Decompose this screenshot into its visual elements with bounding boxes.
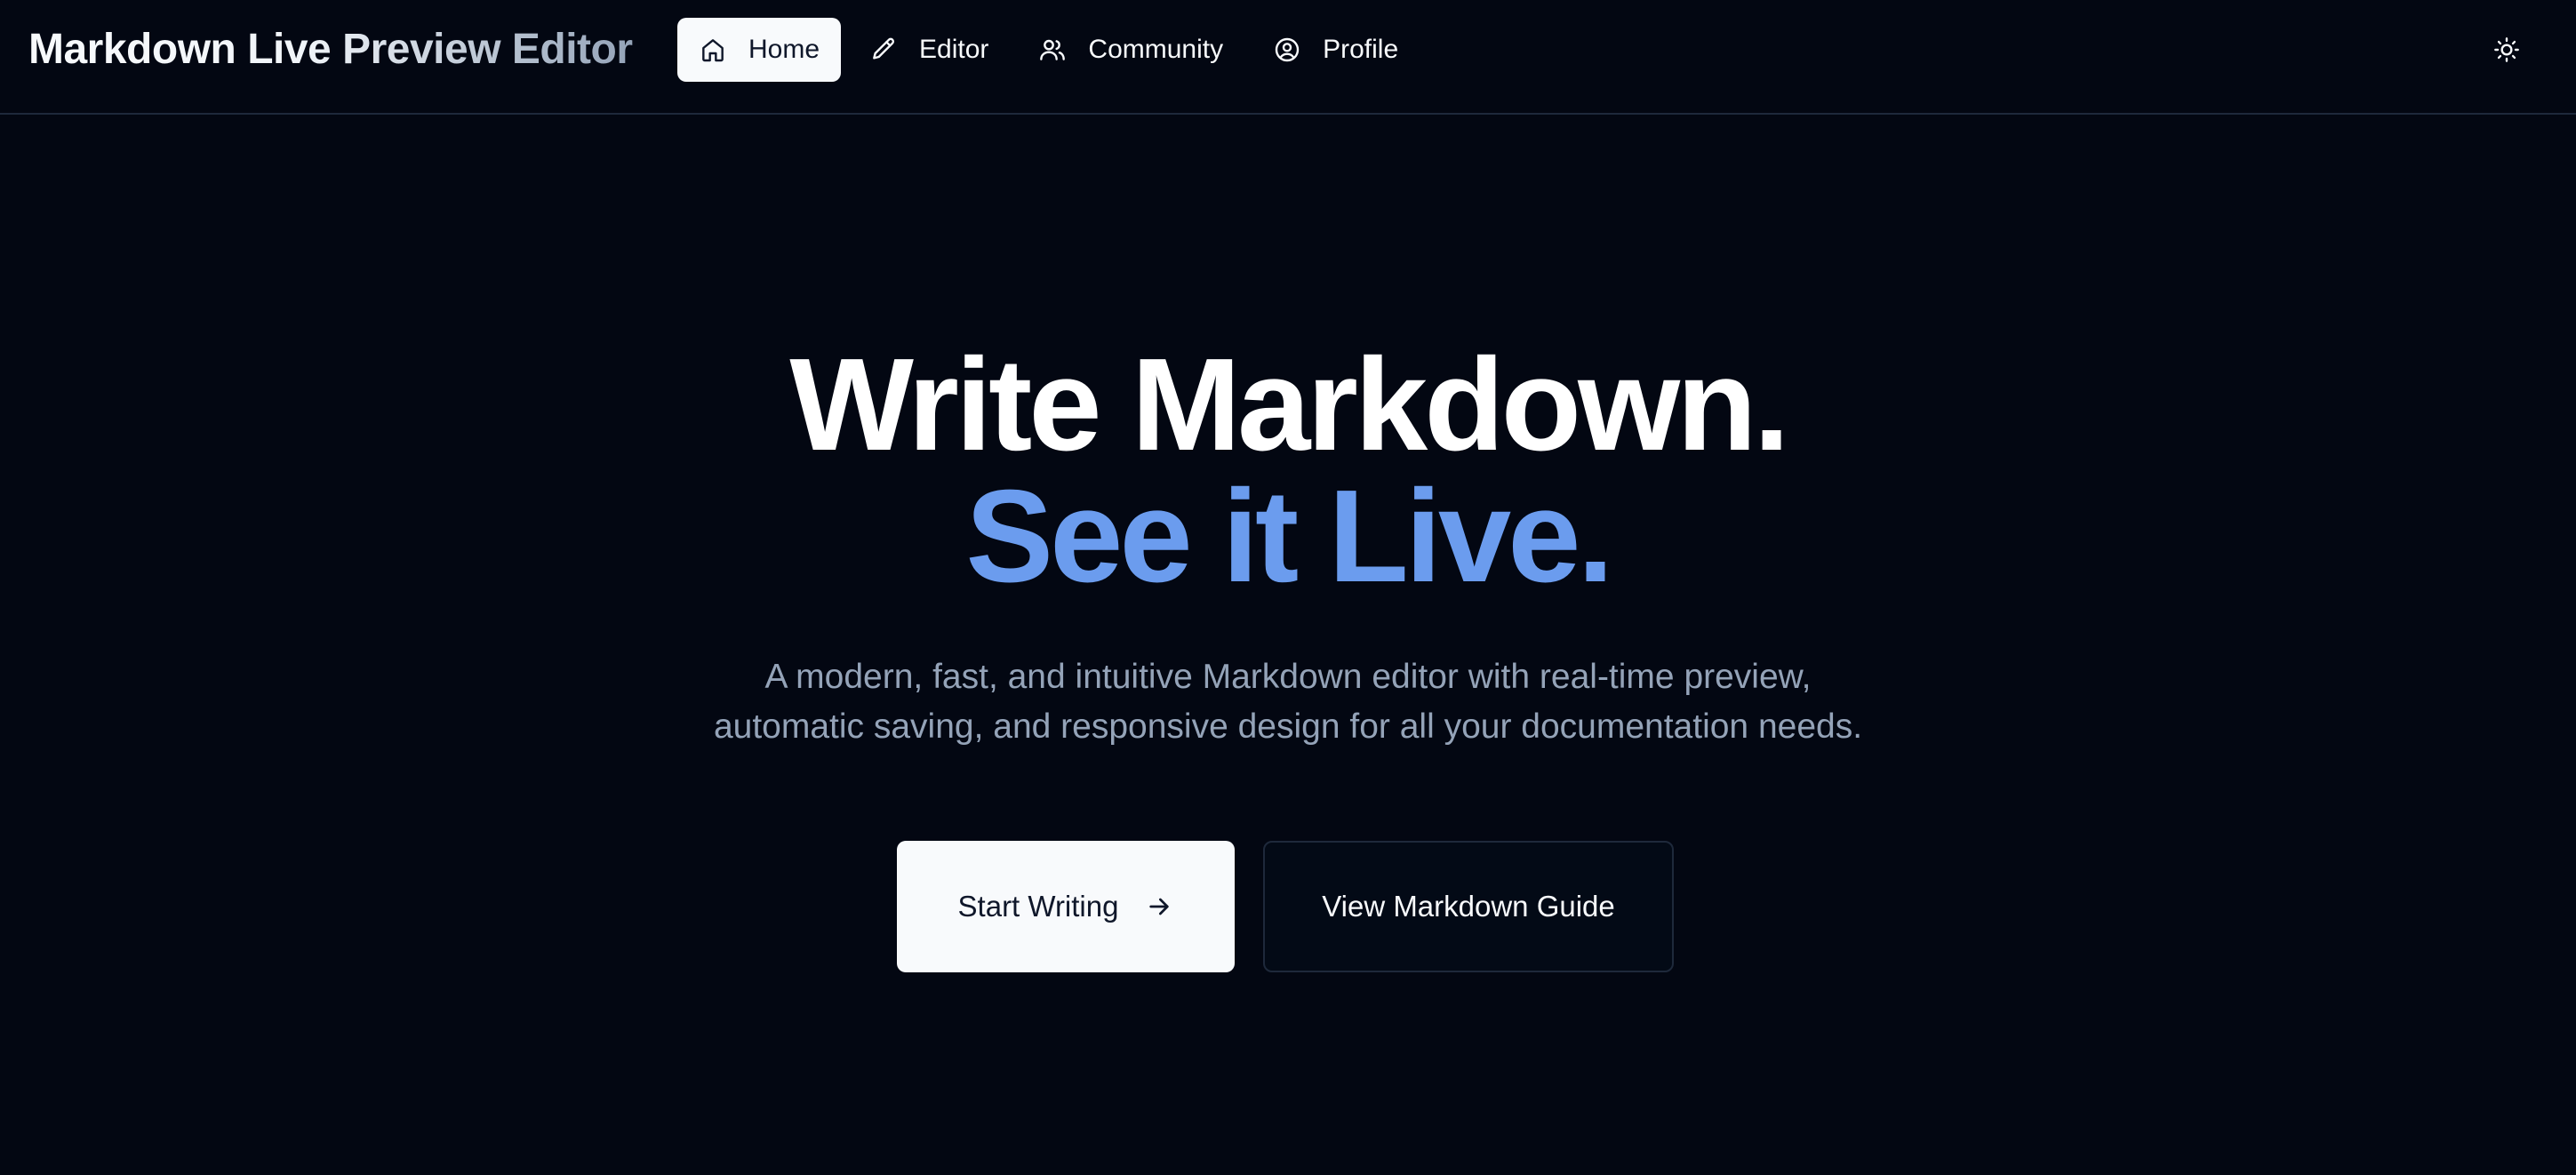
view-markdown-guide-label: View Markdown Guide — [1322, 890, 1615, 923]
nav-item-editor[interactable]: Editor — [848, 18, 1010, 82]
top-navigation-bar: Markdown Live Preview Editor Home Editor… — [0, 0, 2576, 115]
nav-item-profile[interactable]: Profile — [1252, 18, 1420, 82]
nav-label-profile: Profile — [1323, 35, 1399, 64]
hero-headline-accent: See it Live. — [965, 463, 1613, 610]
nav-label-editor: Editor — [919, 35, 989, 64]
hero-subtitle-line-1: A modern, fast, and intuitive Markdown e… — [764, 658, 1812, 696]
home-icon — [702, 39, 724, 62]
sun-icon — [2494, 37, 2519, 62]
nav-item-home[interactable]: Home — [677, 18, 842, 82]
app-title[interactable]: Markdown Live Preview Editor — [28, 25, 633, 75]
hero-subtitle-line-2: automatic saving, and responsive design … — [713, 707, 1863, 746]
theme-toggle-button[interactable] — [2485, 28, 2528, 71]
pencil-icon — [873, 37, 895, 60]
hero-headline: Write Markdown. — [789, 332, 1789, 478]
nav-label-community: Community — [1088, 35, 1224, 64]
users-icon — [1040, 39, 1066, 60]
user-circle-icon — [1275, 37, 1300, 62]
start-writing-button[interactable]: Start Writing — [897, 841, 1235, 972]
hero-subtitle: A modern, fast, and intuitive Markdown e… — [0, 652, 2576, 752]
nav-label-home: Home — [748, 35, 820, 64]
arrow-right-icon — [1149, 898, 1170, 915]
nav-item-community[interactable]: Community — [1017, 18, 1244, 82]
view-markdown-guide-button[interactable]: View Markdown Guide — [1263, 841, 1674, 972]
main-nav: Home Editor Community Profile — [677, 18, 1420, 82]
start-writing-label: Start Writing — [957, 890, 1119, 923]
